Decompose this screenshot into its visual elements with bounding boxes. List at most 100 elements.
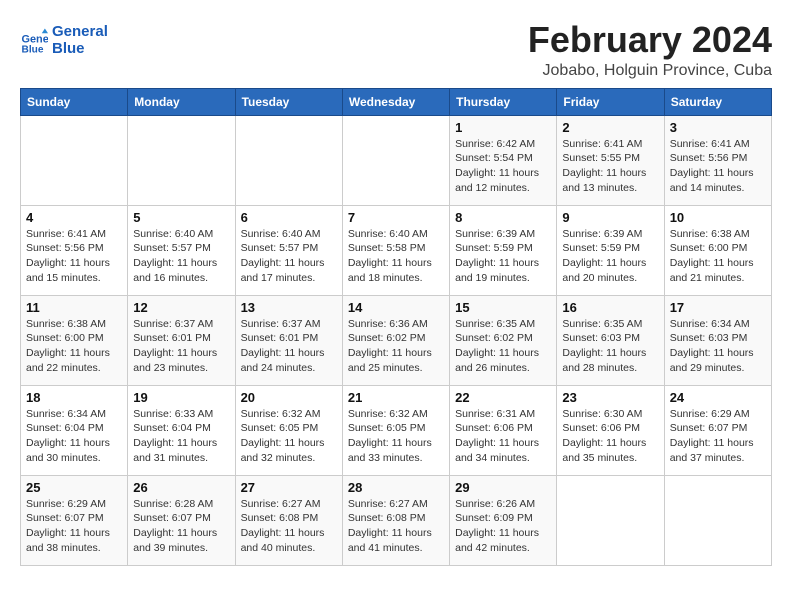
day-number: 20: [241, 390, 337, 405]
calendar-cell: 19 Sunrise: 6:33 AMSunset: 6:04 PMDayligh…: [128, 385, 235, 475]
day-number: 28: [348, 480, 444, 495]
day-info: Sunrise: 6:33 AMSunset: 6:04 PMDaylight:…: [133, 407, 229, 466]
calendar-cell: 28 Sunrise: 6:27 AMSunset: 6:08 PMDayligh…: [342, 475, 449, 565]
day-info: Sunrise: 6:31 AMSunset: 6:06 PMDaylight:…: [455, 407, 551, 466]
day-number: 19: [133, 390, 229, 405]
calendar-cell: 25 Sunrise: 6:29 AMSunset: 6:07 PMDayligh…: [21, 475, 128, 565]
day-number: 21: [348, 390, 444, 405]
day-info: Sunrise: 6:32 AMSunset: 6:05 PMDaylight:…: [241, 407, 337, 466]
day-info: Sunrise: 6:38 AMSunset: 6:00 PMDaylight:…: [670, 227, 766, 286]
day-number: 18: [26, 390, 122, 405]
day-number: 5: [133, 210, 229, 225]
day-number: 27: [241, 480, 337, 495]
logo-general: General: [52, 24, 108, 41]
day-info: Sunrise: 6:26 AMSunset: 6:09 PMDaylight:…: [455, 497, 551, 556]
day-info: Sunrise: 6:27 AMSunset: 6:08 PMDaylight:…: [241, 497, 337, 556]
day-info: Sunrise: 6:41 AMSunset: 5:56 PMDaylight:…: [26, 227, 122, 286]
day-number: 6: [241, 210, 337, 225]
day-number: 3: [670, 120, 766, 135]
calendar-cell: [235, 115, 342, 205]
page-title: February 2024: [528, 20, 772, 60]
calendar-cell: 7Sunrise: 6:40 AMSunset: 5:58 PMDaylight…: [342, 205, 449, 295]
calendar-cell: 9 Sunrise: 6:39 AMSunset: 5:59 PMDaylight…: [557, 205, 664, 295]
day-info: Sunrise: 6:30 AMSunset: 6:06 PMDaylight:…: [562, 407, 658, 466]
day-info: Sunrise: 6:35 AMSunset: 6:02 PMDaylight:…: [455, 317, 551, 376]
calendar-week-row: 11 Sunrise: 6:38 AMSunset: 6:00 PMDayligh…: [21, 295, 772, 385]
day-info: Sunrise: 6:29 AMSunset: 6:07 PMDaylight:…: [26, 497, 122, 556]
day-number: 2: [562, 120, 658, 135]
day-info: Sunrise: 6:39 AMSunset: 5:59 PMDaylight:…: [455, 227, 551, 286]
day-number: 17: [670, 300, 766, 315]
day-number: 9: [562, 210, 658, 225]
day-number: 25: [26, 480, 122, 495]
svg-text:Blue: Blue: [22, 44, 44, 54]
day-number: 22: [455, 390, 551, 405]
calendar-cell: 12 Sunrise: 6:37 AMSunset: 6:01 PMDayligh…: [128, 295, 235, 385]
day-info: Sunrise: 6:38 AMSunset: 6:00 PMDaylight:…: [26, 317, 122, 376]
day-number: 4: [26, 210, 122, 225]
day-number: 23: [562, 390, 658, 405]
day-info: Sunrise: 6:32 AMSunset: 6:05 PMDaylight:…: [348, 407, 444, 466]
day-number: 15: [455, 300, 551, 315]
calendar-cell: 8 Sunrise: 6:39 AMSunset: 5:59 PMDaylight…: [450, 205, 557, 295]
day-info: Sunrise: 6:37 AMSunset: 6:01 PMDaylight:…: [241, 317, 337, 376]
calendar-cell: 18 Sunrise: 6:34 AMSunset: 6:04 PMDayligh…: [21, 385, 128, 475]
day-number: 26: [133, 480, 229, 495]
day-number: 11: [26, 300, 122, 315]
logo: General Blue General Blue: [20, 24, 108, 57]
calendar-cell: [557, 475, 664, 565]
day-number: 1: [455, 120, 551, 135]
day-number: 8: [455, 210, 551, 225]
calendar-cell: 27 Sunrise: 6:27 AMSunset: 6:08 PMDayligh…: [235, 475, 342, 565]
calendar-cell: 15 Sunrise: 6:35 AMSunset: 6:02 PMDayligh…: [450, 295, 557, 385]
weekday-header: Sunday: [21, 88, 128, 115]
weekday-header: Monday: [128, 88, 235, 115]
calendar-cell: [342, 115, 449, 205]
day-info: Sunrise: 6:35 AMSunset: 6:03 PMDaylight:…: [562, 317, 658, 376]
title-block: February 2024 Jobabo, Holguin Province, …: [528, 20, 772, 80]
day-info: Sunrise: 6:36 AMSunset: 6:02 PMDaylight:…: [348, 317, 444, 376]
day-number: 16: [562, 300, 658, 315]
day-info: Sunrise: 6:34 AMSunset: 6:04 PMDaylight:…: [26, 407, 122, 466]
day-info: Sunrise: 6:27 AMSunset: 6:08 PMDaylight:…: [348, 497, 444, 556]
calendar-cell: [664, 475, 771, 565]
calendar-cell: 11 Sunrise: 6:38 AMSunset: 6:00 PMDayligh…: [21, 295, 128, 385]
calendar-cell: 5 Sunrise: 6:40 AMSunset: 5:57 PMDaylight…: [128, 205, 235, 295]
day-number: 10: [670, 210, 766, 225]
logo-icon: General Blue: [20, 27, 48, 55]
day-info: Sunrise: 6:37 AMSunset: 6:01 PMDaylight:…: [133, 317, 229, 376]
calendar-cell: 3Sunrise: 6:41 AMSunset: 5:56 PMDaylight…: [664, 115, 771, 205]
calendar-cell: 17 Sunrise: 6:34 AMSunset: 6:03 PMDayligh…: [664, 295, 771, 385]
day-number: 12: [133, 300, 229, 315]
calendar-header-row: SundayMondayTuesdayWednesdayThursdayFrid…: [21, 88, 772, 115]
calendar-cell: 22 Sunrise: 6:31 AMSunset: 6:06 PMDayligh…: [450, 385, 557, 475]
calendar-cell: 4 Sunrise: 6:41 AMSunset: 5:56 PMDaylight…: [21, 205, 128, 295]
calendar-week-row: 25 Sunrise: 6:29 AMSunset: 6:07 PMDayligh…: [21, 475, 772, 565]
day-info: Sunrise: 6:34 AMSunset: 6:03 PMDaylight:…: [670, 317, 766, 376]
day-info: Sunrise: 6:40 AMSunset: 5:57 PMDaylight:…: [133, 227, 229, 286]
calendar-week-row: 4 Sunrise: 6:41 AMSunset: 5:56 PMDaylight…: [21, 205, 772, 295]
calendar-cell: 14Sunrise: 6:36 AMSunset: 6:02 PMDayligh…: [342, 295, 449, 385]
day-number: 29: [455, 480, 551, 495]
day-info: Sunrise: 6:42 AMSunset: 5:54 PMDaylight:…: [455, 137, 551, 196]
calendar-cell: 21 Sunrise: 6:32 AMSunset: 6:05 PMDayligh…: [342, 385, 449, 475]
day-number: 24: [670, 390, 766, 405]
calendar-cell: 29 Sunrise: 6:26 AMSunset: 6:09 PMDayligh…: [450, 475, 557, 565]
day-info: Sunrise: 6:40 AMSunset: 5:58 PMDaylight:…: [348, 227, 444, 286]
logo-blue: Blue: [52, 41, 108, 58]
calendar-table: SundayMondayTuesdayWednesdayThursdayFrid…: [20, 88, 772, 566]
calendar-cell: 23 Sunrise: 6:30 AMSunset: 6:06 PMDayligh…: [557, 385, 664, 475]
calendar-cell: [21, 115, 128, 205]
day-info: Sunrise: 6:39 AMSunset: 5:59 PMDaylight:…: [562, 227, 658, 286]
calendar-cell: 10 Sunrise: 6:38 AMSunset: 6:00 PMDayligh…: [664, 205, 771, 295]
calendar-cell: 1 Sunrise: 6:42 AMSunset: 5:54 PMDaylight…: [450, 115, 557, 205]
svg-text:General: General: [22, 33, 48, 45]
weekday-header: Wednesday: [342, 88, 449, 115]
calendar-week-row: 1 Sunrise: 6:42 AMSunset: 5:54 PMDaylight…: [21, 115, 772, 205]
page-subtitle: Jobabo, Holguin Province, Cuba: [528, 62, 772, 80]
weekday-header: Tuesday: [235, 88, 342, 115]
calendar-cell: [128, 115, 235, 205]
calendar-cell: 20 Sunrise: 6:32 AMSunset: 6:05 PMDayligh…: [235, 385, 342, 475]
day-info: Sunrise: 6:29 AMSunset: 6:07 PMDaylight:…: [670, 407, 766, 466]
weekday-header: Friday: [557, 88, 664, 115]
